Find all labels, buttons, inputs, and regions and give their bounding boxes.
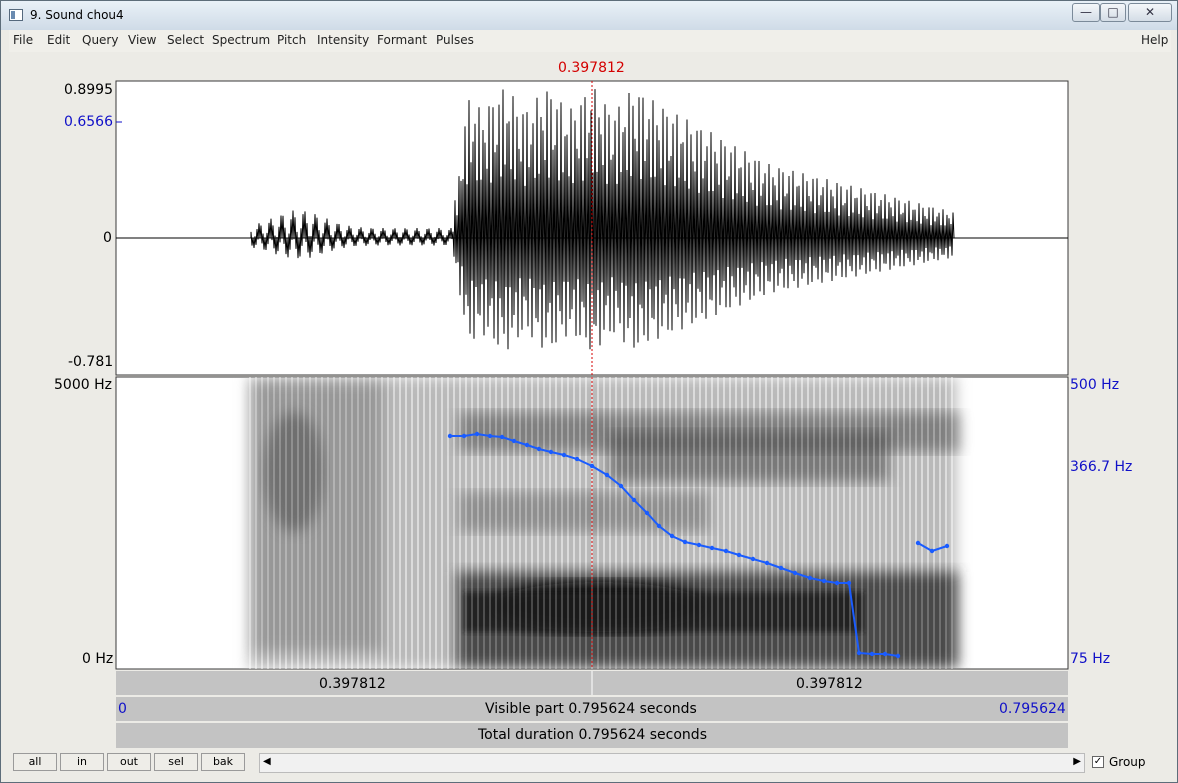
group-label: Group xyxy=(1109,755,1146,769)
menu-query[interactable]: Query xyxy=(82,33,118,47)
pitch-point xyxy=(764,560,770,566)
all-button[interactable]: all xyxy=(13,753,57,771)
zoom-in-button[interactable]: in xyxy=(60,753,104,771)
menu-intensity[interactable]: Intensity xyxy=(317,33,369,47)
menu-pulses[interactable]: Pulses xyxy=(436,33,474,47)
menu-file[interactable]: File xyxy=(13,33,33,47)
pitch-point xyxy=(561,452,567,458)
window-icon xyxy=(9,9,23,21)
praat-sound-window: 9. Sound chou4 — □ ✕ File Edit Query Vie… xyxy=(0,0,1178,783)
pitch-point xyxy=(589,463,595,469)
pitch-point xyxy=(929,548,935,554)
pitch-point xyxy=(644,510,650,516)
menu-formant[interactable]: Formant xyxy=(377,33,427,47)
pitch-point xyxy=(574,456,580,462)
menu-bar: File Edit Query View Select Spectrum Pit… xyxy=(9,30,1171,53)
pitch-point xyxy=(511,438,517,444)
pitch-point xyxy=(882,651,888,657)
editor-area: 0.397812 0.8995 0.6566 0 -0.781 5000 Hz … xyxy=(9,52,1171,751)
pitch-point xyxy=(834,580,840,586)
pitch-point xyxy=(856,650,862,656)
pitch-point xyxy=(869,651,875,657)
scroll-right-arrow-icon[interactable]: ▶ xyxy=(1073,756,1081,767)
zoom-selection-button[interactable]: sel xyxy=(154,753,198,771)
visible-start-label: 0 xyxy=(118,701,127,717)
bottom-toolbar: all in out sel bak ◀ ▶ ✓ Group xyxy=(9,751,1171,777)
pitch-point xyxy=(669,533,675,539)
pitch-point xyxy=(474,431,480,437)
pitch-point xyxy=(895,653,901,659)
signal-display[interactable] xyxy=(9,52,1171,751)
menu-select[interactable]: Select xyxy=(167,33,204,47)
zoom-out-button[interactable]: out xyxy=(107,753,151,771)
pitch-point xyxy=(604,472,610,478)
pitch-point xyxy=(750,556,756,562)
spectrogram-image xyxy=(249,377,959,669)
pitch-point xyxy=(778,565,784,571)
pitch-point xyxy=(709,545,715,551)
pitch-point xyxy=(524,442,530,448)
pitch-point xyxy=(682,539,688,545)
pitch-point xyxy=(499,434,505,440)
pitch-point xyxy=(656,523,662,529)
pitch-point xyxy=(944,543,950,549)
pitch-point xyxy=(536,446,542,452)
maximize-button[interactable]: □ xyxy=(1100,3,1126,22)
time-bar-left-label: 0.397812 xyxy=(319,676,386,692)
pitch-point xyxy=(821,578,827,584)
pitch-point xyxy=(792,570,798,576)
menu-spectrum[interactable]: Spectrum xyxy=(212,33,270,47)
horizontal-scrollbar[interactable]: ◀ ▶ xyxy=(259,753,1085,773)
group-checkbox[interactable]: ✓ xyxy=(1092,756,1104,768)
menu-view[interactable]: View xyxy=(128,33,156,47)
pitch-point xyxy=(487,433,493,439)
menu-edit[interactable]: Edit xyxy=(47,33,70,47)
menu-help[interactable]: Help xyxy=(1141,33,1168,47)
pitch-point xyxy=(631,497,637,503)
pitch-point xyxy=(696,542,702,548)
pitch-point xyxy=(447,433,453,439)
pitch-point xyxy=(915,540,921,546)
pitch-point xyxy=(736,552,742,558)
pitch-point xyxy=(548,449,554,455)
menu-pitch[interactable]: Pitch xyxy=(277,33,306,47)
title-bar: 9. Sound chou4 — □ ✕ xyxy=(1,1,1177,30)
window-title: 9. Sound chou4 xyxy=(30,8,124,22)
pitch-point xyxy=(723,548,729,554)
pitch-point xyxy=(846,580,852,586)
minimize-button[interactable]: — xyxy=(1072,3,1100,22)
visible-end-label: 0.795624 xyxy=(999,701,1066,717)
close-button[interactable]: ✕ xyxy=(1128,3,1172,22)
visible-part-label: Visible part 0.795624 seconds xyxy=(485,701,697,717)
pitch-point xyxy=(807,575,813,581)
total-duration-label: Total duration 0.795624 seconds xyxy=(478,727,707,743)
zoom-back-button[interactable]: bak xyxy=(201,753,245,771)
pitch-point xyxy=(618,483,624,489)
pitch-point xyxy=(461,433,467,439)
time-bar-right-label: 0.397812 xyxy=(796,676,863,692)
scroll-left-arrow-icon[interactable]: ◀ xyxy=(263,756,271,767)
